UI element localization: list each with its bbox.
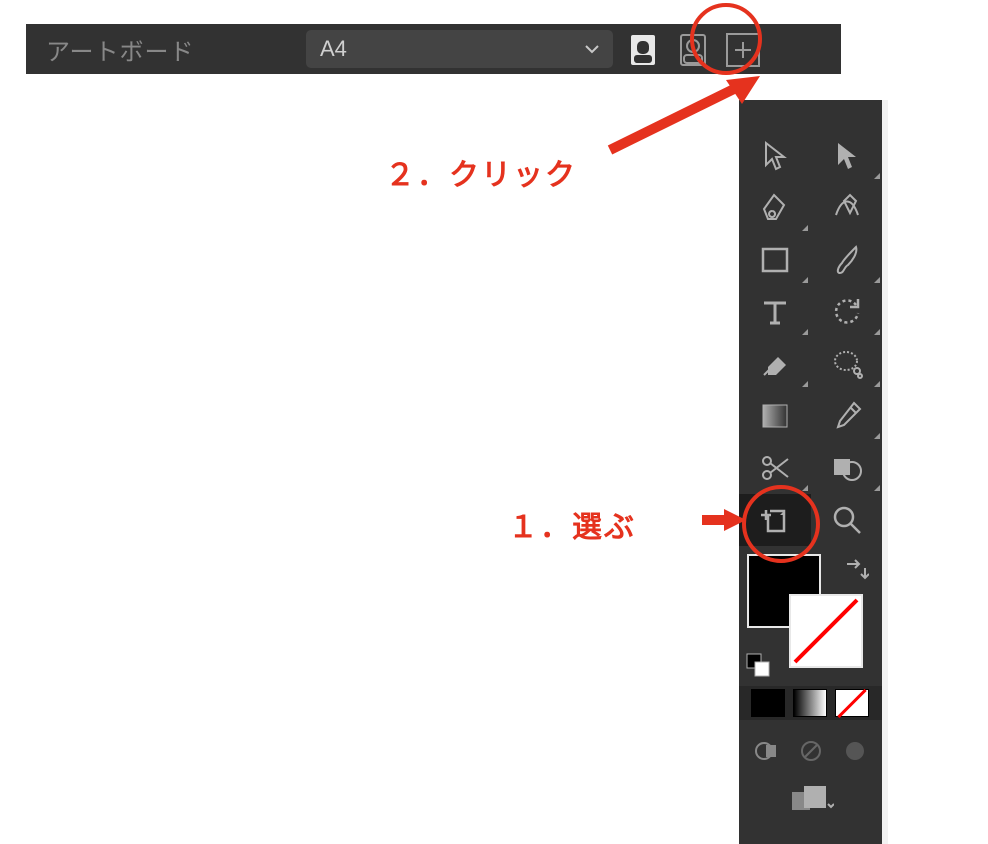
magnifier-icon [830, 503, 864, 537]
scissors-icon [758, 451, 792, 485]
screen-mode-presentation[interactable] [839, 737, 871, 765]
flyout-indicator-icon [874, 433, 880, 439]
flyout-indicator-icon [874, 485, 880, 491]
rectangle-icon [758, 243, 792, 277]
scroll-sliver [882, 100, 888, 844]
flyout-indicator-icon [802, 485, 808, 491]
annotation-step-1-label: １．選ぶ [508, 502, 636, 546]
fill-type-gradient[interactable] [793, 689, 827, 717]
artboard-tool[interactable] [739, 494, 811, 546]
document-stack-icon [788, 782, 834, 814]
fill-type-none[interactable] [835, 689, 869, 717]
screen-full-icon [798, 739, 824, 763]
new-artboard-button[interactable] [726, 33, 760, 67]
eyedropper-icon [830, 399, 864, 433]
eyedropper-tool[interactable] [811, 390, 883, 442]
shape-builder-tool[interactable] [811, 442, 883, 494]
rectangle-tool[interactable] [739, 234, 811, 286]
eraser-icon [758, 347, 792, 381]
curvature-pen-icon [830, 191, 864, 225]
scissors-tool[interactable] [739, 442, 811, 494]
flyout-indicator-icon [802, 277, 808, 283]
selection-tool[interactable] [739, 130, 811, 182]
screen-mode-full[interactable] [795, 737, 827, 765]
stroke-color-swatch[interactable] [789, 594, 863, 668]
eraser-tool[interactable] [739, 338, 811, 390]
rotate-tool[interactable] [811, 286, 883, 338]
pen-nib-icon [758, 191, 792, 225]
gradient-icon [758, 399, 792, 433]
screen-normal-icon [754, 739, 780, 763]
document-switcher[interactable] [739, 782, 883, 814]
speech-bubble-icon [830, 347, 864, 381]
screen-presentation-icon [842, 739, 868, 763]
paintbrush-icon [830, 243, 864, 277]
direct-selection-tool[interactable] [811, 130, 883, 182]
text-tool[interactable] [739, 286, 811, 338]
artboard-preset-value: A4 [320, 36, 347, 62]
swap-colors-icon[interactable] [843, 556, 869, 582]
flyout-indicator-icon [802, 329, 808, 335]
portrait-icon [626, 33, 660, 67]
orientation-portrait-button[interactable] [626, 33, 660, 67]
flyout-indicator-icon [874, 329, 880, 335]
screen-mode-row [739, 734, 883, 768]
screen-mode-normal[interactable] [751, 737, 783, 765]
scale-tool[interactable] [811, 338, 883, 390]
shape-builder-icon [830, 451, 864, 485]
text-t-icon [758, 295, 792, 329]
flyout-indicator-icon [802, 225, 808, 231]
annotation-step-2-label: ２．クリック [385, 150, 577, 194]
flyout-indicator-icon [874, 277, 880, 283]
curvature-tool[interactable] [811, 182, 883, 234]
flyout-indicator-icon [874, 381, 880, 387]
flyout-indicator-icon [802, 381, 808, 387]
default-colors-icon[interactable] [745, 652, 773, 680]
chevron-down-icon [585, 44, 599, 54]
landscape-icon [676, 33, 710, 67]
fill-type-row [739, 686, 883, 720]
pen-tool[interactable] [739, 182, 811, 234]
options-bar-label: アートボード [26, 32, 195, 67]
gradient-tool[interactable] [739, 390, 811, 442]
fill-type-solid[interactable] [751, 689, 785, 717]
artboard-preset-dropdown[interactable]: A4 [306, 30, 613, 68]
brush-tool[interactable] [811, 234, 883, 286]
tool-panel [739, 100, 883, 844]
flyout-indicator-icon [874, 173, 880, 179]
orientation-landscape-button[interactable] [676, 33, 710, 67]
artboard-icon [758, 503, 792, 537]
plus-icon [733, 40, 753, 60]
rotate-icon [830, 295, 864, 329]
options-bar: アートボード A4 [26, 24, 841, 74]
arrow-cursor-filled-icon [830, 139, 864, 173]
zoom-tool[interactable] [811, 494, 883, 546]
arrow-cursor-icon [758, 139, 792, 173]
color-swatch-block [739, 552, 883, 682]
no-stroke-icon [791, 596, 861, 666]
